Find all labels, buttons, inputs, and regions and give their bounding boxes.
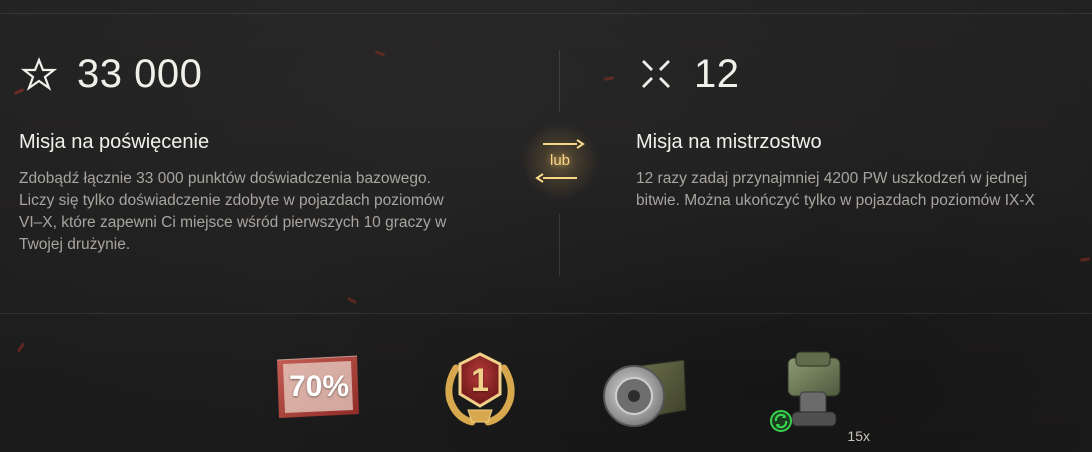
crosshair-icon [636, 54, 676, 94]
or-indicator-inner: lub [533, 134, 587, 188]
mission-right-header: 12 [636, 50, 1092, 98]
rewards-divider [0, 313, 1092, 314]
arrow-right-icon [543, 139, 585, 149]
consumable-count: 15x [847, 428, 870, 444]
mission-left-description: Zdobądź łącznie 33 000 punktów doświadcz… [19, 170, 447, 253]
reward-discount-coupon[interactable]: 70% [273, 350, 361, 422]
badge-rank-label: 1 [471, 362, 489, 398]
vertical-separator-bottom [559, 214, 560, 276]
mission-right-description-line-2: bitwie. Można ukończyć tylko w pojazdach… [636, 192, 1035, 209]
mission-right-description-line-1: 12 razy zadaj przynajmniej 4200 PW uszko… [636, 170, 1028, 187]
or-label: lub [549, 152, 571, 169]
mission-right-value: 12 [694, 52, 740, 96]
mission-right: 12 Misja na mistrzostwo 12 razy zadaj pr… [636, 50, 1092, 290]
mission-right-title: Misja na mistrzostwo [636, 131, 822, 153]
mission-left-value: 33 000 [77, 52, 203, 96]
or-indicator: lub [521, 122, 599, 200]
refresh-icon [770, 410, 792, 432]
vertical-separator-top [559, 50, 560, 112]
equipment-icon [603, 359, 687, 427]
mission-left-title: Misja na poświęcenie [19, 131, 210, 153]
mission-left-header: 33 000 [19, 50, 459, 98]
coupon-label: 70% [288, 370, 350, 403]
rewards-row: 70% 1 15x [0, 340, 1092, 452]
reward-equipment[interactable] [598, 352, 690, 432]
mission-left: 33 000 Misja na poświęcenie Zdobądź łącz… [19, 50, 459, 290]
arrow-left-icon [535, 173, 577, 183]
mission-right-description: 12 razy zadaj przynajmniej 4200 PW uszko… [636, 168, 1092, 212]
top-divider [0, 13, 1092, 14]
reward-first-place-badge[interactable]: 1 [438, 350, 522, 430]
reward-consumable[interactable]: 15x [770, 348, 870, 444]
star-outline-icon [19, 54, 59, 94]
